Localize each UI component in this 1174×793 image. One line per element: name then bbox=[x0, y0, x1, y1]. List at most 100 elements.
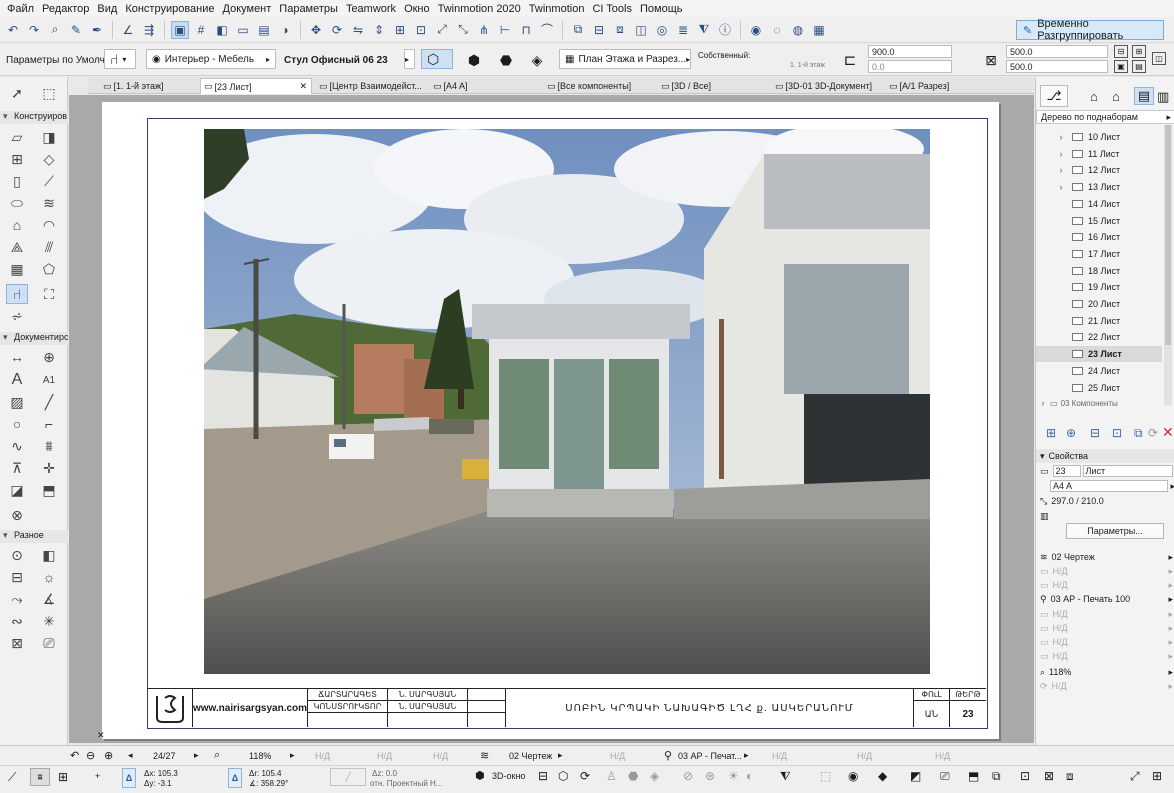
delete-icon[interactable]: ✕ bbox=[1162, 424, 1174, 441]
organizer-icon[interactable]: ⎇ bbox=[1040, 85, 1068, 107]
nd-row-6[interactable]: ▭ Н/Д ▸ bbox=[1036, 649, 1174, 663]
view-tab[interactable]: ▭ [1. 1-й этаж] bbox=[100, 78, 198, 94]
pick-icon[interactable]: ✎ bbox=[67, 21, 85, 39]
skylight-tool-icon[interactable]: ◇ bbox=[38, 149, 60, 169]
spline-tool-icon[interactable]: ∿ bbox=[6, 436, 28, 456]
menu-item[interactable]: Twinmotion 2020 bbox=[434, 3, 525, 15]
renovation-icon[interactable]: ◍ bbox=[789, 21, 807, 39]
column-tool-icon[interactable]: ▯ bbox=[6, 171, 28, 191]
menu-item[interactable]: Файл bbox=[3, 3, 38, 15]
circle-tool-icon[interactable]: ○ bbox=[6, 414, 28, 434]
element-info-icon[interactable]: ⓘ bbox=[716, 21, 734, 39]
corner-window-tool-icon[interactable]: ⊟ bbox=[6, 567, 28, 587]
delta-icon[interactable]: Δ bbox=[122, 768, 136, 788]
pen-set-row[interactable]: ⚲ 03 АР - Печать 100 ▸ bbox=[1036, 592, 1174, 606]
morph-tool-icon[interactable]: ⟁ bbox=[6, 237, 28, 257]
favorites-dropdown[interactable]: ◉ Интерьер - Мебель ▸ bbox=[146, 49, 276, 69]
view-tab[interactable]: ▭ [3D-01 3D-Документ] bbox=[772, 78, 884, 94]
width-field[interactable]: 500.0 bbox=[1006, 45, 1108, 58]
zoom-in-icon[interactable]: ⊕ bbox=[104, 749, 113, 762]
move-icon[interactable]: ✥ bbox=[307, 21, 325, 39]
railing-tool-icon[interactable]: ⫻ bbox=[38, 237, 60, 257]
layer-combo-value[interactable]: 02 Чертеж bbox=[509, 751, 552, 761]
filter-3d-icon[interactable]: ⧨ bbox=[780, 769, 791, 784]
suspend-groups-button[interactable]: ✎ Временно Разгруппировать bbox=[1016, 18, 1164, 42]
rotate-icon[interactable]: ⟳ bbox=[328, 21, 346, 39]
close-tab-icon[interactable]: ✕ bbox=[299, 81, 307, 92]
film-icon[interactable]: ⧉ bbox=[992, 769, 1001, 784]
delta-z[interactable]: Δz: 0.0 bbox=[372, 769, 397, 778]
layer-icon[interactable]: ▭ bbox=[234, 21, 252, 39]
menu-item[interactable]: Помощь bbox=[636, 3, 687, 15]
layout-book-icon[interactable]: ▤ bbox=[1134, 87, 1154, 105]
line-tool-icon[interactable]: ╱ bbox=[38, 392, 60, 412]
chevron-right-icon[interactable]: › bbox=[1054, 182, 1068, 192]
grid-icon[interactable]: # bbox=[192, 21, 210, 39]
layout-list-item[interactable]: 19 Лист bbox=[1036, 279, 1162, 295]
hotspot-tool-icon[interactable]: ⩩ bbox=[38, 436, 60, 456]
window-tool-icon[interactable]: ⊞ bbox=[6, 149, 28, 169]
layout-list-item[interactable]: › 10 Лист bbox=[1036, 129, 1162, 145]
list-item-cut[interactable]: › ▭ 03 Компоненты bbox=[1036, 395, 1162, 411]
shell-tool-icon[interactable]: ◠ bbox=[38, 215, 60, 235]
new-subset-icon[interactable]: ⊕ bbox=[1066, 426, 1076, 440]
layout-list-item[interactable]: › 11 Лист bbox=[1036, 146, 1162, 162]
menu-item[interactable]: Teamwork bbox=[342, 3, 400, 15]
scale-small-icon[interactable]: ▤ bbox=[1132, 60, 1146, 73]
properties-header[interactable]: ▾ Свойства bbox=[1036, 449, 1174, 463]
explore-icon[interactable]: ⬣ bbox=[628, 769, 638, 783]
contours-icon[interactable]: ⊛ bbox=[705, 769, 715, 783]
rotate-view-button[interactable]: ◈ bbox=[525, 49, 549, 71]
menu-item[interactable]: Редактор bbox=[38, 3, 93, 15]
style-icon[interactable]: ◆ bbox=[878, 769, 887, 783]
pen-icon[interactable]: ▤ bbox=[255, 21, 273, 39]
inject-icon[interactable]: ✒ bbox=[88, 21, 106, 39]
parameters-button[interactable]: Параметры... bbox=[1066, 523, 1164, 539]
drag-icon[interactable]: ⊞ bbox=[391, 21, 409, 39]
section-view-button[interactable]: ⬢ bbox=[462, 49, 486, 71]
more-section-header[interactable]: Разное bbox=[0, 530, 68, 543]
renovation-value[interactable]: Н/Д bbox=[857, 751, 872, 761]
more-small-icon[interactable]: ◫ bbox=[1152, 52, 1166, 65]
nd-row-4[interactable]: ▭ Н/Д ▸ bbox=[1036, 621, 1174, 635]
arrow-right-icon[interactable]: ▸ bbox=[744, 750, 749, 761]
delta-x[interactable]: Δx: 105.3 bbox=[144, 769, 178, 778]
mesh-tool-icon[interactable]: ⩫ bbox=[6, 306, 28, 326]
view-tab[interactable]: ▭ [A4 A] bbox=[430, 78, 542, 94]
layout-list-item[interactable]: 22 Лист bbox=[1036, 329, 1162, 345]
level-dimension-tool-icon[interactable]: ⊕ bbox=[38, 347, 60, 367]
sun-tool-icon[interactable]: ✳ bbox=[38, 611, 60, 631]
split-view-icon[interactable]: ⊞ bbox=[1152, 769, 1162, 783]
layout-list-item[interactable]: 21 Лист bbox=[1036, 313, 1162, 329]
open-view-icon[interactable]: ⧉ bbox=[1134, 426, 1143, 441]
zoom-arrow-icon[interactable]: ▸ bbox=[290, 750, 295, 761]
view-tab[interactable]: ▭ [Центр Взаимодейст... bbox=[316, 78, 428, 94]
fullscreen-icon[interactable]: ⤢ bbox=[1130, 769, 1140, 784]
text-tool-icon[interactable]: A bbox=[6, 370, 28, 390]
display-order-icon[interactable]: ⧈ bbox=[611, 21, 629, 39]
bim-icon[interactable]: ⊠ bbox=[1044, 769, 1054, 783]
fillet-icon[interactable]: ⌒ bbox=[538, 21, 556, 39]
adjust-icon[interactable]: ⊢ bbox=[496, 21, 514, 39]
mirror-checkbox-icon[interactable]: ▣ bbox=[1114, 60, 1128, 73]
suspend-groups-icon[interactable]: ▣ bbox=[171, 20, 189, 39]
layout-list-item[interactable]: 15 Лист bbox=[1036, 213, 1162, 229]
layout-list-item[interactable]: › 13 Лист bbox=[1036, 179, 1162, 195]
layer-row[interactable]: ≋ 02 Чертеж ▸ bbox=[1036, 550, 1174, 564]
change-tool-icon[interactable]: ⊠ bbox=[6, 633, 28, 653]
fill-tool-icon[interactable]: ▨ bbox=[6, 392, 28, 412]
drawing-tool-icon[interactable]: ◪ bbox=[6, 480, 28, 500]
elevate-icon[interactable]: ⇕ bbox=[370, 21, 388, 39]
arrow-right-icon[interactable]: ▸ bbox=[558, 750, 563, 761]
trace-icon[interactable]: ◧ bbox=[213, 21, 231, 39]
offset-icon[interactable]: ⊡ bbox=[412, 21, 430, 39]
view-tab[interactable]: ▭ [23 Лист] ✕ bbox=[200, 78, 312, 94]
figure-tool-icon[interactable]: ⬒ bbox=[38, 480, 60, 500]
layout-list-item[interactable]: › 12 Лист bbox=[1036, 162, 1162, 178]
master-dropdown[interactable]: A4 A bbox=[1050, 480, 1169, 492]
iso-view-button[interactable]: ⬣ bbox=[494, 49, 518, 71]
grid-tool-icon[interactable]: ⊙ bbox=[6, 545, 28, 565]
menu-item[interactable]: Конструирование bbox=[121, 3, 218, 15]
material-icon[interactable]: ◩ bbox=[910, 769, 921, 783]
view-tab[interactable]: ▭ [A/1 Разрез] bbox=[886, 78, 998, 94]
